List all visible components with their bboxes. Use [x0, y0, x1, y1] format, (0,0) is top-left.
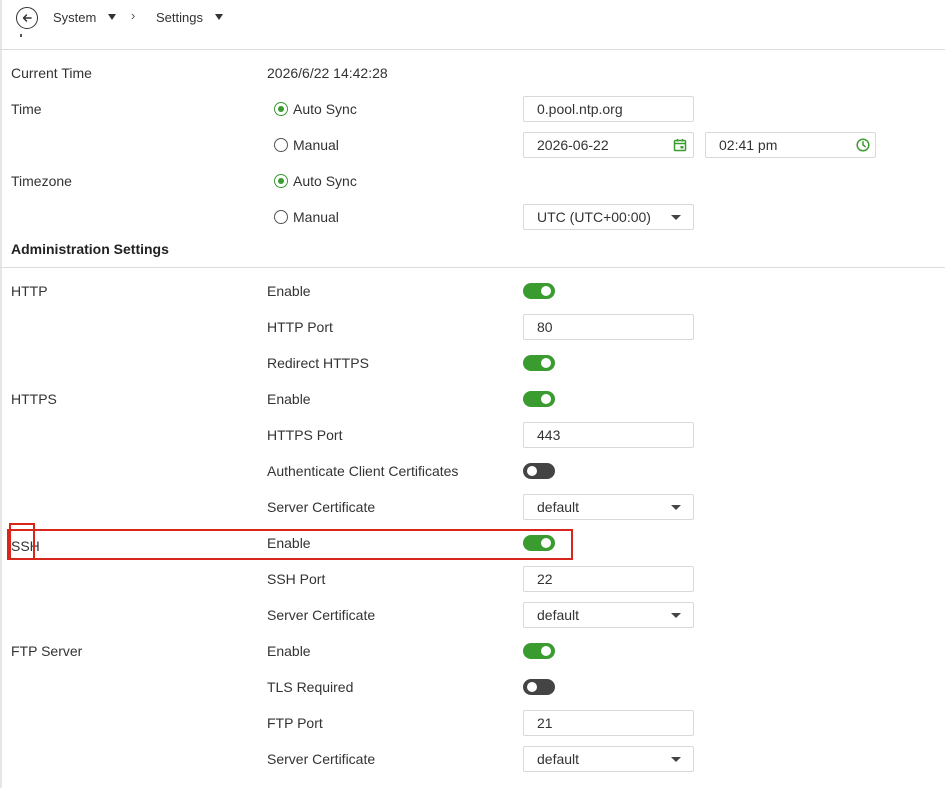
highlight-box [9, 523, 35, 560]
http-enable-toggle[interactable] [523, 283, 555, 299]
ftp-server-cert-value: default [537, 751, 580, 767]
chevron-down-icon[interactable] [108, 14, 116, 20]
ssh-port-label: SSH Port [267, 571, 326, 587]
ssh-port-input[interactable]: 22 [523, 566, 694, 592]
timezone-auto-sync-radio[interactable] [274, 174, 288, 188]
section-title: Administration Settings [11, 241, 169, 257]
breadcrumb-settings[interactable]: Settings [156, 10, 203, 25]
divider [0, 267, 945, 268]
https-server-cert-label: Server Certificate [267, 499, 376, 515]
ftp-port-input[interactable]: 21 [523, 710, 694, 736]
chevron-down-icon [671, 613, 681, 618]
https-server-cert-select[interactable]: default [523, 494, 694, 520]
client-cert-label: Authenticate Client Certificates [267, 463, 459, 479]
ftp-server-cert-label: Server Certificate [267, 751, 376, 767]
ftp-port-label: FTP Port [267, 715, 323, 731]
ssh-port-value: 22 [537, 571, 553, 587]
ntp-server-input[interactable]: 0.pool.ntp.org [523, 96, 694, 122]
timezone-auto-sync-label[interactable]: Auto Sync [293, 173, 357, 189]
https-server-cert-value: default [537, 499, 580, 515]
timezone-manual-radio[interactable] [274, 210, 288, 224]
date-value: 2026-06-22 [537, 137, 609, 153]
date-input[interactable]: 2026-06-22 [523, 132, 694, 158]
clock-icon[interactable] [856, 138, 870, 152]
divider [0, 49, 945, 50]
timezone-manual-label[interactable]: Manual [293, 209, 339, 225]
timezone-value: UTC (UTC+00:00) [537, 209, 651, 225]
breadcrumb-system[interactable]: System [53, 10, 96, 25]
http-enable-label: Enable [267, 283, 311, 299]
timezone-select[interactable]: UTC (UTC+00:00) [523, 204, 694, 230]
breadcrumb: System › Settings [0, 0, 945, 36]
time-value: 02:41 pm [719, 137, 778, 153]
left-border [0, 0, 2, 788]
https-port-value: 443 [537, 427, 561, 443]
time-label: Time [11, 101, 42, 117]
http-port-input[interactable]: 80 [523, 314, 694, 340]
http-port-label: HTTP Port [267, 319, 333, 335]
chevron-down-icon [671, 215, 681, 220]
time-manual-radio[interactable] [274, 138, 288, 152]
scroll-marker [20, 34, 22, 37]
chevron-down-icon [671, 505, 681, 510]
ssh-server-cert-value: default [537, 607, 580, 623]
ftp-enable-label: Enable [267, 643, 311, 659]
https-enable-label: Enable [267, 391, 311, 407]
https-port-input[interactable]: 443 [523, 422, 694, 448]
time-auto-sync-radio[interactable] [274, 102, 288, 116]
time-auto-sync-label[interactable]: Auto Sync [293, 101, 357, 117]
ftp-label: FTP Server [11, 643, 83, 659]
ssh-server-cert-select[interactable]: default [523, 602, 694, 628]
ftp-server-cert-select[interactable]: default [523, 746, 694, 772]
ssh-server-cert-label: Server Certificate [267, 607, 376, 623]
current-time-label: Current Time [11, 65, 92, 81]
timezone-label: Timezone [11, 173, 72, 189]
chevron-down-icon[interactable] [215, 14, 223, 20]
current-time-value: 2026/6/22 14:42:28 [267, 65, 388, 81]
redirect-https-toggle[interactable] [523, 355, 555, 371]
https-label: HTTPS [11, 391, 57, 407]
https-port-label: HTTPS Port [267, 427, 343, 443]
chevron-right-icon: › [131, 8, 136, 23]
ftp-port-value: 21 [537, 715, 553, 731]
ntp-server-value: 0.pool.ntp.org [537, 101, 623, 117]
tls-required-label: TLS Required [267, 679, 354, 695]
back-button[interactable] [16, 7, 38, 29]
http-port-value: 80 [537, 319, 553, 335]
ftp-enable-toggle[interactable] [523, 643, 555, 659]
calendar-icon[interactable] [673, 138, 687, 152]
redirect-https-label: Redirect HTTPS [267, 355, 369, 371]
client-cert-toggle[interactable] [523, 463, 555, 479]
arrow-left-icon [22, 14, 32, 22]
http-label: HTTP [11, 283, 48, 299]
time-input[interactable]: 02:41 pm [705, 132, 876, 158]
https-enable-toggle[interactable] [523, 391, 555, 407]
time-manual-label[interactable]: Manual [293, 137, 339, 153]
tls-required-toggle[interactable] [523, 679, 555, 695]
chevron-down-icon [671, 757, 681, 762]
highlight-box [7, 529, 573, 560]
